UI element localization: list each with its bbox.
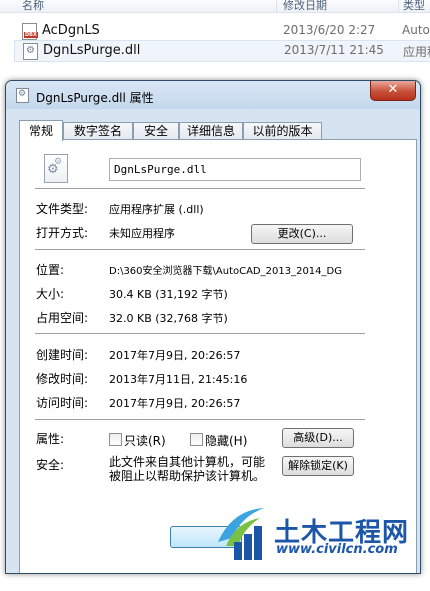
dll-file-icon: ⚙ ⚙ (44, 154, 68, 183)
modified-value: 2013年7月11日, 21:45:16 (109, 373, 248, 386)
opens-with-value: 未知应用程序 (109, 227, 175, 240)
accessed-value: 2017年7月9日, 20:26:57 (109, 397, 241, 410)
tab-previous-versions[interactable]: 以前的版本 (243, 122, 322, 140)
file-date: 2013/6/20 2:27 (283, 23, 376, 37)
file-row-dgnlspurge[interactable]: ⚙ DgnLsPurge.dll 2013/7/11 21:45 应用程 (14, 40, 430, 62)
created-label: 创建时间: (36, 348, 89, 362)
file-type: Auto (402, 23, 430, 37)
dialog-title: DgnLsPurge.dll 属性 (36, 91, 154, 105)
accessed-label: 访问时间: (36, 396, 89, 410)
divider (35, 333, 365, 334)
watermark-url: www.civilcn.com (276, 542, 398, 557)
tab-digital-signatures[interactable]: 数字签名 (63, 122, 133, 140)
file-type: 应用程 (403, 45, 430, 59)
file-type-label: 文件类型: (36, 202, 89, 216)
column-divider[interactable] (398, 0, 399, 12)
size-on-disk-label: 占用空间: (36, 311, 89, 325)
advanced-button[interactable]: 高级(D)... (282, 428, 354, 448)
dialog-titlebar[interactable]: ⚙ DgnLsPurge.dll 属性 ✕ (6, 81, 420, 109)
tab-details[interactable]: 详细信息 (179, 122, 243, 140)
file-name: AcDgnLS (42, 23, 100, 38)
file-row-acdgnls[interactable]: DBX AcDgnLS 2013/6/20 2:27 Auto (14, 21, 430, 41)
readonly-checkbox[interactable] (109, 433, 122, 446)
dll-file-icon: ⚙ (23, 43, 38, 60)
security-label: 安全: (36, 458, 65, 472)
size-value: 30.4 KB (31,192 字节) (109, 288, 228, 301)
security-message-line2: 被阻止以帮助保护该计算机。 (109, 469, 266, 483)
unblock-button[interactable]: 解除锁定(K) (282, 456, 354, 476)
site-logo (218, 508, 264, 560)
site-watermark: 土木工程网 www.civilcn.com (190, 490, 430, 591)
size-label: 大小: (36, 287, 65, 301)
file-name: DgnLsPurge.dll (43, 43, 141, 58)
close-button[interactable]: ✕ (370, 81, 416, 101)
opens-with-label: 打开方式: (36, 226, 89, 240)
dbx-file-icon: DBX (22, 23, 38, 40)
column-header: 名称 修改日期 类型 (0, 0, 430, 13)
created-value: 2017年7月9日, 20:26:57 (109, 349, 241, 362)
readonly-checkbox-label[interactable]: 只读(R) (124, 432, 166, 449)
divider (35, 188, 365, 189)
size-on-disk-value: 32.0 KB (32,768 字节) (109, 312, 228, 325)
tab-security[interactable]: 安全 (133, 122, 179, 140)
modified-label: 修改时间: (36, 372, 89, 386)
change-button[interactable]: 更改(C)... (251, 224, 353, 244)
file-type-value: 应用程序扩展 (.dll) (109, 203, 204, 216)
hidden-checkbox[interactable] (190, 433, 203, 446)
location-label: 位置: (36, 263, 65, 277)
file-name-field[interactable] (109, 158, 361, 181)
divider (35, 249, 365, 250)
file-date: 2013/7/11 21:45 (284, 43, 384, 57)
column-date[interactable]: 修改日期 (283, 0, 327, 13)
column-divider[interactable] (276, 0, 277, 12)
column-name[interactable]: 名称 (22, 0, 44, 13)
attributes-label: 属性: (36, 432, 65, 446)
tab-general[interactable]: 常规 (19, 120, 63, 141)
divider (35, 419, 365, 420)
hidden-checkbox-label[interactable]: 隐藏(H) (205, 432, 247, 449)
dll-file-icon: ⚙ (16, 88, 29, 103)
column-type[interactable]: 类型 (403, 0, 425, 13)
location-value: D:\360安全浏览器下载\AutoCAD_2013_2014_DG (109, 266, 342, 277)
